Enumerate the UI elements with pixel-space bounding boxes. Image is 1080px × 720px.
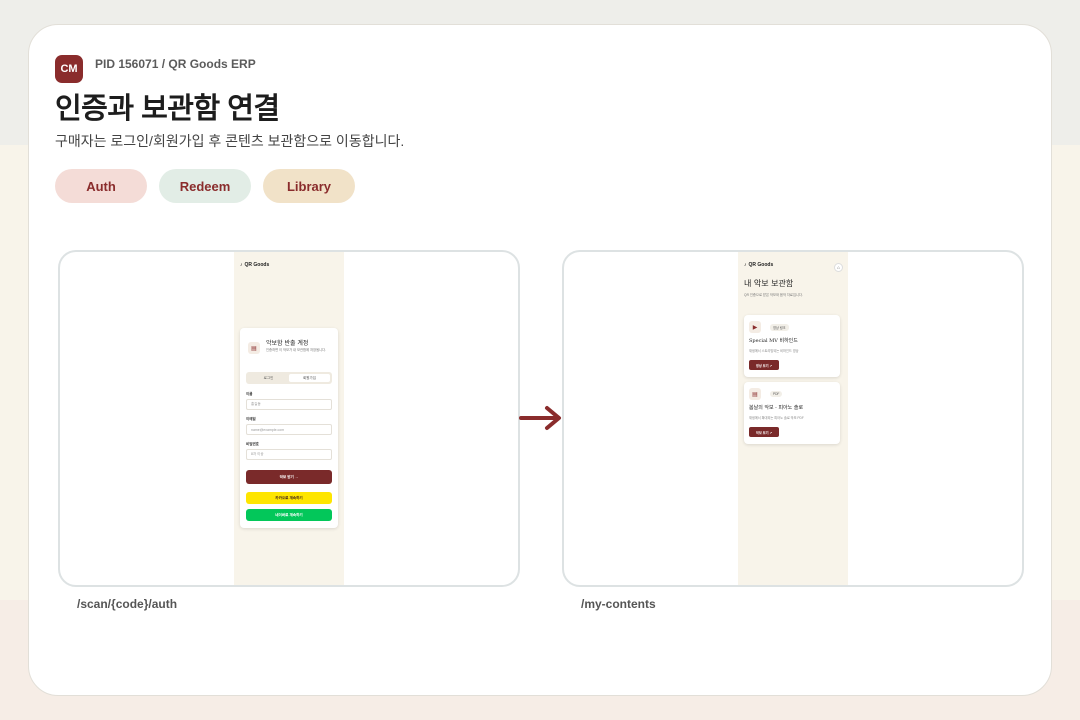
name-label: 이름 [246,392,253,396]
project-id: PID 156071 / QR Goods ERP [95,57,256,71]
brand-label: QR Goods [244,262,270,268]
music-note-icon: ♪ [240,262,243,268]
brand-header: ♪ QR Goods [744,262,773,268]
library-title: 내 악보 보관함 [744,279,794,288]
main-card: CM PID 156071 / QR Goods ERP 인증과 보관함 연결 … [28,24,1052,696]
tag-auth[interactable]: Auth [55,169,147,203]
tag-library[interactable]: Library [263,169,355,203]
home-icon[interactable]: ⌂ [834,263,843,272]
brand-header: ♪ QR Goods [240,262,269,268]
auth-tabs: 로그인 회원가입 [246,372,332,384]
name-field[interactable]: 홍길동 [246,399,332,410]
naver-login-button[interactable]: 네이버로 계속하기 [246,509,332,521]
document-icon: ▤ [248,342,260,354]
company-logo: CM [55,55,83,83]
password-field[interactable]: 8자 이상 [246,449,332,460]
view-video-button[interactable]: 영상 보기 ↗ [749,360,779,370]
music-note-icon: ♪ [744,262,747,268]
library-phone-screen: ♪ QR Goods ⌂ 내 악보 보관함 QR 인증으로 받은 악보와 음악 자… [738,252,848,585]
library-route-label: /my-contents [581,597,656,611]
library-screen-frame: ♪ QR Goods ⌂ 내 악보 보관함 QR 인증으로 받은 악보와 음악 자… [562,250,1024,587]
page-subtitle: 구매자는 로그인/회원가입 후 콘텐츠 보관함으로 이동합니다. [55,133,405,149]
page-title: 인증과 보관함 연결 [55,93,280,125]
auth-screen-frame: ♪ QR Goods ▤ 악보함 반출 계정 인증하면 이 악보가 내 보관함에 … [58,250,520,587]
auth-phone-screen: ♪ QR Goods ▤ 악보함 반출 계정 인증하면 이 악보가 내 보관함에 … [234,252,344,585]
auth-card-title: 악보함 반출 계정 [266,340,309,347]
document-icon: ▤ [749,388,761,400]
item-title: 봄날의 악보 - 피아노 솔로 [749,405,804,411]
item-desc: 재생에서 스트리밍되는 비하인드 영상 [749,349,799,353]
item-desc: 재생에서 확대되는 피아노 솔로 악보 PDF [749,416,804,420]
content-item: ▶ 영상 링크 Special MV 비하인드 재생에서 스트리밍되는 비하인드… [744,315,840,377]
library-desc: QR 인증으로 받은 악보와 음악 자료입니다. [744,293,803,297]
kakao-login-button[interactable]: 카카오로 계속하기 [246,492,332,504]
auth-card: ▤ 악보함 반출 계정 인증하면 이 악보가 내 보관함에 저장됩니다. 로그인… [240,328,338,528]
video-icon: ▶ [749,321,761,333]
submit-button[interactable]: 악보 받기 → [246,470,332,484]
password-label: 비밀번호 [246,442,259,446]
view-score-button[interactable]: 악보 보기 ↗ [749,427,779,437]
brand-label: QR Goods [748,262,774,268]
email-field[interactable]: name@example.com [246,424,332,435]
auth-route-label: /scan/{code}/auth [77,597,178,611]
tab-login[interactable]: 로그인 [248,374,289,382]
tab-signup[interactable]: 회원가입 [289,374,330,382]
tag-redeem[interactable]: Redeem [159,169,251,203]
content-item: ▤ PDF 봄날의 악보 - 피아노 솔로 재생에서 확대되는 피아노 솔로 악… [744,382,840,444]
auth-card-desc: 인증하면 이 악보가 내 보관함에 저장됩니다. [266,348,327,352]
email-label: 이메일 [246,417,256,421]
item-badge: PDF [770,391,783,397]
flow-arrow-icon [519,406,561,430]
item-title: Special MV 비하인드 [749,338,798,344]
item-badge: 영상 링크 [770,324,789,331]
